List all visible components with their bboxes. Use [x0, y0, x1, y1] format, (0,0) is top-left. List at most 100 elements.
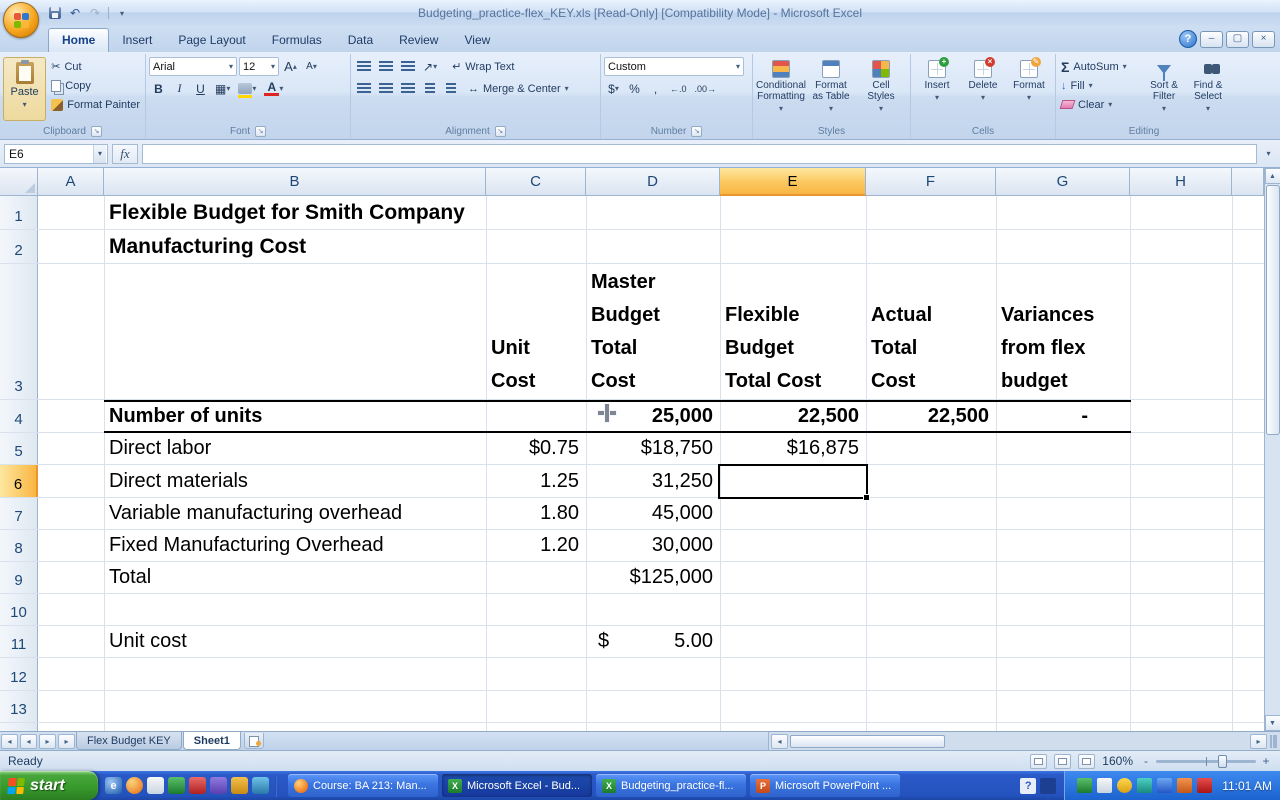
align-center-button[interactable] [376, 79, 396, 98]
top-align-button[interactable] [354, 57, 374, 76]
row-header-13[interactable]: 13 [0, 691, 38, 722]
cut-button[interactable]: ✂ Cut [49, 57, 142, 76]
tray-icon-3[interactable] [1117, 778, 1133, 793]
cell-E3[interactable]: Flexible Budget Total Cost [720, 264, 866, 399]
tray-icon-4[interactable] [1137, 778, 1153, 793]
percent-style-button[interactable]: % [625, 79, 644, 98]
increase-decimal-button[interactable]: ←.0 [667, 79, 690, 98]
column-header-A[interactable]: A [38, 168, 104, 196]
format-painter-button[interactable]: Format Painter [49, 95, 142, 114]
merge-center-button[interactable]: ↔ Merge & Center ▾ [466, 79, 571, 98]
clipboard-dialog-launcher-icon[interactable]: ↘ [90, 126, 102, 137]
row-header-6[interactable]: 6 [0, 465, 38, 497]
tray-icon-5[interactable] [1157, 778, 1173, 793]
align-left-button[interactable] [354, 79, 374, 98]
cell-D9[interactable]: $125,000 [586, 562, 720, 593]
cell-D4[interactable]: 25,000 [586, 400, 720, 432]
bold-button[interactable]: B [149, 79, 168, 98]
underline-button[interactable]: U [191, 79, 210, 98]
cell-D8[interactable]: 30,000 [586, 530, 720, 561]
taskbar-language-icon[interactable] [1040, 777, 1057, 794]
cell-C5[interactable]: $0.75 [486, 433, 586, 464]
copy-button[interactable]: Copy [49, 76, 142, 95]
taskbar-task-excel[interactable]: X Microsoft Excel - Bud... [442, 774, 592, 797]
fill-button[interactable]: ↓ Fill ▾ [1059, 76, 1141, 95]
autosum-button[interactable]: Σ AutoSum ▾ [1059, 57, 1141, 76]
cell-B7[interactable]: Variable manufacturing overhead [104, 498, 486, 529]
help-button[interactable]: ? [1179, 30, 1197, 48]
format-cells-button[interactable]: ✎ Format ▾ [1006, 57, 1052, 102]
start-button[interactable]: start [0, 771, 98, 800]
fill-color-button[interactable]: ▾ [235, 79, 259, 98]
cell-B9[interactable]: Total [104, 562, 486, 593]
decrease-indent-button[interactable] [420, 79, 439, 98]
taskbar-task-powerpoint[interactable]: P Microsoft PowerPoint ... [750, 774, 900, 797]
cell-C8[interactable]: 1.20 [486, 530, 586, 561]
tray-icon-2[interactable] [1097, 778, 1113, 793]
align-right-button[interactable] [398, 79, 418, 98]
shrink-font-button[interactable]: A ▾ [302, 57, 321, 76]
column-header-C[interactable]: C [486, 168, 586, 196]
tab-home[interactable]: Home [48, 28, 110, 52]
zoom-slider-thumb[interactable] [1218, 754, 1227, 768]
tab-review[interactable]: Review [386, 29, 451, 52]
cell-D7[interactable]: 45,000 [586, 498, 720, 529]
insert-worksheet-icon[interactable] [243, 733, 264, 749]
office-button[interactable] [3, 2, 39, 38]
customize-qat-button[interactable]: ▾ [113, 4, 131, 22]
column-header-D[interactable]: D [586, 168, 720, 196]
zoom-in-button[interactable]: + [1260, 754, 1272, 768]
row-header-12[interactable]: 12 [0, 658, 38, 690]
clear-button[interactable]: Clear ▾ [1059, 95, 1141, 114]
sheet-tab-flex-budget-key[interactable]: Flex Budget KEY [76, 732, 182, 750]
column-header-B[interactable]: B [104, 168, 486, 196]
taskbar-task-budgeting[interactable]: X Budgeting_practice-fl... [596, 774, 746, 797]
formula-input[interactable] [142, 143, 1257, 164]
scroll-down-button[interactable]: ▼ [1264, 715, 1280, 731]
decrease-decimal-button[interactable]: .00→ [692, 79, 720, 98]
cell-C7[interactable]: 1.80 [486, 498, 586, 529]
scroll-up-button[interactable]: ▲ [1264, 168, 1280, 184]
cell-D5[interactable]: $18,750 [586, 433, 720, 464]
quick-launch-firefox-icon[interactable] [126, 777, 143, 794]
find-select-button[interactable]: Find & Select ▾ [1187, 57, 1229, 114]
borders-button[interactable]: ▦ ▾ [212, 79, 233, 98]
quick-launch-icon-5[interactable] [189, 777, 206, 794]
alignment-dialog-launcher-icon[interactable]: ↘ [494, 126, 506, 137]
conditional-formatting-button[interactable]: Conditional Formatting ▾ [756, 57, 806, 113]
cell-D6[interactable]: 31,250 [586, 465, 720, 497]
tab-insert[interactable]: Insert [109, 29, 165, 52]
middle-align-button[interactable] [376, 57, 396, 76]
orientation-button[interactable]: ↗ ▾ [420, 57, 440, 76]
tab-data[interactable]: Data [335, 29, 386, 52]
number-format-combo[interactable]: Custom ▾ [604, 57, 744, 76]
cell-styles-button[interactable]: Cell Styles ▾ [856, 57, 906, 113]
redo-button[interactable]: ↷ [86, 4, 104, 22]
horizontal-scrollbar[interactable]: ◂ ▸ [768, 732, 1280, 750]
page-break-view-button[interactable] [1078, 753, 1096, 769]
cell-C6[interactable]: 1.25 [486, 465, 586, 497]
row-header-11[interactable]: 11 [0, 626, 38, 657]
column-header-F[interactable]: F [866, 168, 996, 196]
quick-launch-ie-icon[interactable]: e [105, 777, 122, 794]
column-header-E[interactable]: E [720, 168, 866, 196]
font-dialog-launcher-icon[interactable]: ↘ [255, 126, 266, 137]
cell-B11[interactable]: Unit cost [104, 626, 486, 657]
column-header-H[interactable]: H [1130, 168, 1232, 196]
cell-C3[interactable]: Unit Cost [486, 264, 586, 399]
cell-G3[interactable]: Variances from flex budget [996, 264, 1130, 399]
quick-launch-icon-3[interactable] [147, 777, 164, 794]
accounting-format-button[interactable]: $ ▾ [604, 79, 623, 98]
bottom-align-button[interactable] [398, 57, 418, 76]
first-sheet-button[interactable]: ◂ [1, 733, 18, 749]
insert-function-button[interactable]: fx [112, 143, 138, 164]
save-button[interactable] [46, 4, 64, 22]
undo-button[interactable]: ↶ [66, 4, 84, 22]
tab-formulas[interactable]: Formulas [259, 29, 335, 52]
wrap-text-button[interactable]: ↵ Wrap Text [450, 57, 516, 76]
font-name-combo[interactable]: Arial ▾ [149, 57, 237, 76]
scroll-right-button[interactable]: ▸ [1250, 733, 1267, 749]
format-as-table-button[interactable]: Format as Table ▾ [806, 57, 856, 113]
cell-D11[interactable]: $ 5.00 [586, 626, 720, 657]
row-header-1[interactable]: 1 [0, 196, 38, 229]
